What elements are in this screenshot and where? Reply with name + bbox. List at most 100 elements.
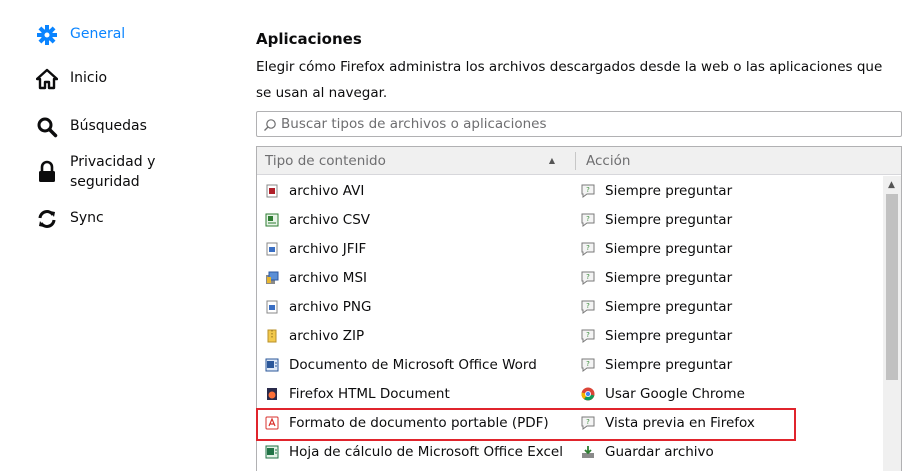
msi-file-icon	[265, 271, 279, 285]
table-row[interactable]: Formato de documento portable (PDF) ? Vi…	[257, 408, 883, 437]
preview-icon: ?	[581, 416, 595, 430]
action-cell[interactable]: ? Siempre preguntar	[577, 328, 732, 344]
action-cell[interactable]: ? Siempre preguntar	[577, 183, 732, 199]
svg-text:?: ?	[586, 302, 590, 310]
column-header-type-label: Tipo de contenido	[265, 152, 386, 169]
action-cell[interactable]: ? Siempre preguntar	[577, 357, 732, 373]
content-type-cell: archivo CSV	[257, 212, 577, 228]
ask-icon: ?	[581, 242, 595, 256]
sidebar-item-label: Privacidad y seguridad	[70, 154, 156, 190]
sidebar-item-sync[interactable]: Sync	[36, 208, 104, 230]
table-header: Tipo de contenido ▲ Acción	[257, 147, 901, 175]
content-type-cell: Formato de documento portable (PDF)	[257, 415, 577, 431]
table-row[interactable]: archivo CSV ? Siempre preguntar	[257, 205, 883, 234]
action-label: Siempre preguntar	[605, 211, 733, 228]
content-type-cell: Firefox HTML Document	[257, 386, 577, 402]
avi-file-icon	[265, 184, 279, 198]
content-type-label: archivo AVI	[289, 182, 365, 199]
action-cell[interactable]: ? Vista previa en Firefox	[577, 415, 755, 431]
action-cell[interactable]: ? Siempre preguntar	[577, 270, 732, 286]
table-body: archivo AVI ? Siempre preguntar archivo …	[257, 176, 883, 466]
svg-text:?: ?	[586, 215, 590, 223]
content-type-cell: archivo AVI	[257, 183, 577, 199]
content-type-label: archivo ZIP	[289, 327, 365, 344]
action-cell[interactable]: ? Siempre preguntar	[577, 212, 732, 228]
action-label: Siempre preguntar	[605, 182, 733, 199]
section-description: Elegir cómo Firefox administra los archi…	[256, 59, 883, 101]
content-type-cell: Hoja de cálculo de Microsoft Office Exce…	[257, 444, 577, 460]
table-row[interactable]: archivo JFIF ? Siempre preguntar	[257, 234, 883, 263]
action-cell[interactable]: ? Siempre preguntar	[577, 241, 732, 257]
sidebar-item-label: General	[70, 26, 126, 42]
applications-table: Tipo de contenido ▲ Acción archivo AVI ?…	[256, 146, 902, 471]
column-header-type[interactable]: Tipo de contenido ▲	[257, 153, 567, 169]
csv-file-icon	[265, 213, 279, 227]
search-icon	[263, 117, 277, 131]
table-row[interactable]: archivo ZIP ? Siempre preguntar	[257, 321, 883, 350]
ask-icon: ?	[581, 300, 595, 314]
sidebar-item-general[interactable]: General	[36, 24, 125, 46]
save-icon	[581, 445, 595, 459]
content-type-label: Hoja de cálculo de Microsoft Office Exce…	[289, 443, 563, 460]
svg-text:?: ?	[586, 273, 590, 281]
table-row[interactable]: Firefox HTML Document Usar Google Chrome	[257, 379, 883, 408]
table-row[interactable]: archivo MSI ? Siempre preguntar	[257, 263, 883, 292]
search-input[interactable]	[281, 116, 901, 132]
content-type-cell: Documento de Microsoft Office Word	[257, 357, 577, 373]
action-label: Guardar archivo	[605, 443, 714, 460]
word-file-icon	[265, 358, 279, 372]
content-type-label: archivo CSV	[289, 211, 371, 228]
action-label: Siempre preguntar	[605, 356, 733, 373]
scroll-thumb[interactable]	[886, 194, 898, 380]
svg-text:?: ?	[586, 360, 590, 368]
zip-file-icon	[265, 329, 279, 343]
action-label: Siempre preguntar	[605, 240, 733, 257]
action-label: Vista previa en Firefox	[605, 414, 755, 431]
content-type-label: Formato de documento portable (PDF)	[289, 414, 549, 431]
ask-icon: ?	[581, 358, 595, 372]
excel-file-icon	[265, 445, 279, 459]
content-type-cell: archivo PNG	[257, 299, 577, 315]
action-cell[interactable]: Guardar archivo	[577, 444, 714, 460]
gear-icon	[36, 24, 58, 46]
jfif-file-icon	[265, 242, 279, 256]
content-type-label: archivo JFIF	[289, 240, 367, 257]
svg-text:?: ?	[586, 244, 590, 252]
table-row[interactable]: Hoja de cálculo de Microsoft Office Exce…	[257, 437, 883, 466]
scroll-up-icon[interactable]: ▲	[888, 180, 895, 190]
sync-icon	[36, 208, 58, 230]
sidebar-item-label: Inicio	[70, 70, 108, 86]
ask-icon: ?	[581, 271, 595, 285]
action-label: Siempre preguntar	[605, 298, 733, 315]
sidebar-item-privacidad[interactable]: Privacidad y seguridad	[36, 152, 180, 192]
sidebar-item-busquedas[interactable]: Búsquedas	[36, 116, 147, 138]
ask-icon: ?	[581, 213, 595, 227]
content-type-label: Firefox HTML Document	[289, 385, 450, 402]
vertical-scrollbar[interactable]: ▲	[883, 176, 901, 471]
sidebar-item-label: Sync	[70, 210, 104, 226]
table-row[interactable]: Documento de Microsoft Office Word ? Sie…	[257, 350, 883, 379]
chrome-icon	[581, 387, 595, 401]
sidebar-item-inicio[interactable]: Inicio	[35, 68, 108, 90]
action-label: Siempre preguntar	[605, 327, 733, 344]
table-row[interactable]: archivo PNG ? Siempre preguntar	[257, 292, 883, 321]
search-icon	[36, 116, 58, 138]
ask-icon: ?	[581, 329, 595, 343]
sort-ascending-icon: ▲	[548, 156, 555, 165]
png-file-icon	[265, 300, 279, 314]
sidebar: General Inicio Búsquedas Privacidad y se…	[0, 0, 240, 471]
content-type-cell: archivo JFIF	[257, 241, 577, 257]
ask-icon: ?	[581, 184, 595, 198]
action-cell[interactable]: ? Siempre preguntar	[577, 299, 732, 315]
content-type-label: archivo MSI	[289, 269, 367, 286]
pdf-file-icon	[265, 416, 279, 430]
search-box[interactable]	[256, 111, 902, 137]
content-type-cell: archivo ZIP	[257, 328, 577, 344]
content-type-label: archivo PNG	[289, 298, 372, 315]
action-cell[interactable]: Usar Google Chrome	[577, 386, 745, 402]
svg-text:?: ?	[586, 331, 590, 339]
action-label: Siempre preguntar	[605, 269, 733, 286]
table-row[interactable]: archivo AVI ? Siempre preguntar	[257, 176, 883, 205]
content-type-cell: archivo MSI	[257, 270, 577, 286]
column-header-action[interactable]: Acción	[576, 153, 630, 169]
